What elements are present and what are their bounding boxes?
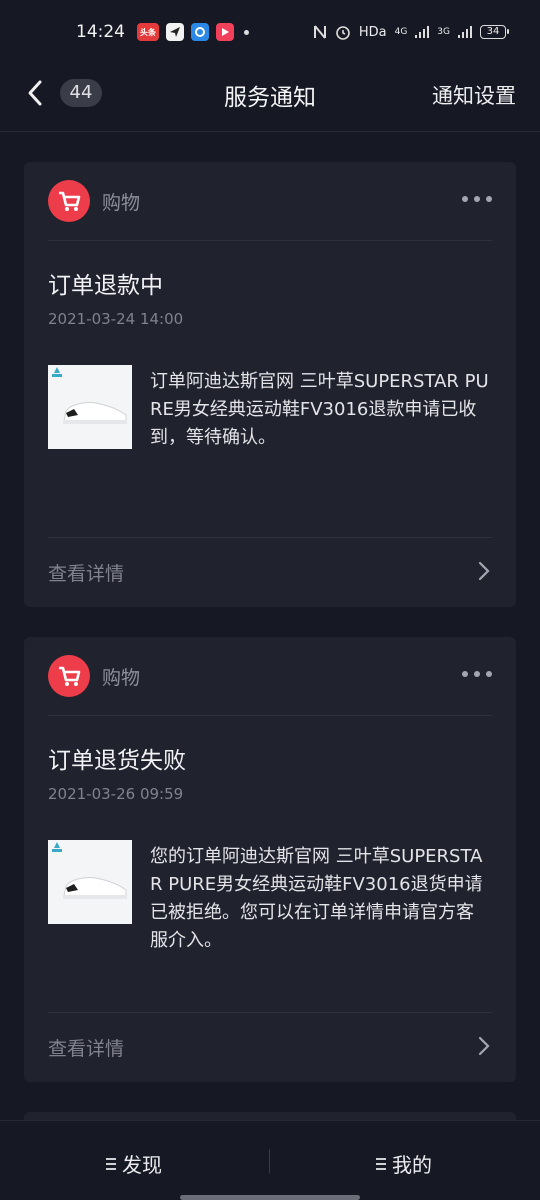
menu-icon [106,1157,116,1170]
bottom-nav: 发现 我的 [0,1120,540,1200]
top-bar: 44 服务通知 通知设置 [0,64,540,132]
notification-time: 2021-03-24 14:00 [48,310,184,328]
card-header: 购物 [24,637,516,715]
notification-time: 2021-03-26 09:59 [48,785,184,803]
notification-card[interactable]: 购物 订单退货失败 2021-03-26 09:59 您的订单阿迪达斯官网 三叶… [24,637,516,1082]
toutiao-badge-text: 头条 [140,27,156,37]
chevron-right-icon [478,1036,490,1056]
home-indicator[interactable] [180,1195,360,1200]
signal-4g-label: 4G [394,27,408,37]
shopping-cart-icon [48,180,90,222]
notification-title: 订单退款中 [48,273,163,299]
view-details-row[interactable]: 查看详情 [48,537,492,607]
circle-app-icon [191,23,209,41]
nfc-icon [313,25,326,39]
product-thumbnail [48,840,132,924]
status-bar: 14:24 头条 HDa 4G 3G 34 [0,0,540,64]
battery-level: 34 [486,26,500,37]
signal-3g-label: 3G [437,27,450,37]
mine-label: 我的 [392,1153,432,1177]
category-label: 购物 [102,192,141,214]
category-label: 购物 [102,667,141,689]
shopping-cart-icon [48,655,90,697]
nav-divider [269,1149,270,1173]
divider [48,715,492,716]
more-options-icon[interactable] [462,671,492,677]
view-details-row[interactable]: 查看详情 [48,1012,492,1082]
notification-title: 订单退货失败 [48,748,186,774]
discover-tab[interactable]: 发现 [106,1149,162,1178]
notification-card[interactable]: 购物 订单退款中 2021-03-24 14:00 订单阿迪达斯官网 三叶草SU… [24,162,516,607]
more-options-icon[interactable] [462,196,492,202]
alarm-icon [336,26,350,40]
notification-body: 订单阿迪达斯官网 三叶草SUPERSTAR PURE男女经典运动鞋FV3016退… [150,371,489,448]
hd-label: HDa [358,24,387,40]
view-details-label: 查看详情 [48,1038,125,1060]
mine-tab[interactable]: 我的 [376,1149,432,1178]
battery-icon: 34 [480,25,509,39]
status-time: 14:24 [76,22,125,42]
view-details-label: 查看详情 [48,563,125,585]
signal-icon-2 [458,26,472,38]
product-thumbnail [48,365,132,449]
notification-settings-link[interactable]: 通知设置 [432,80,516,110]
menu-icon [376,1157,386,1170]
navigation-app-icon [166,23,184,41]
card-header: 购物 [24,162,516,240]
divider [48,240,492,241]
more-notifications-dot [244,29,249,35]
chevron-right-icon [478,561,490,581]
discover-label: 发现 [122,1153,162,1177]
toutiao-app-icon: 头条 [137,23,159,41]
signal-icon [415,26,430,38]
notification-body: 您的订单阿迪达斯官网 三叶草SUPERSTAR PURE男女经典运动鞋FV301… [150,846,483,951]
play-app-icon [216,23,234,41]
